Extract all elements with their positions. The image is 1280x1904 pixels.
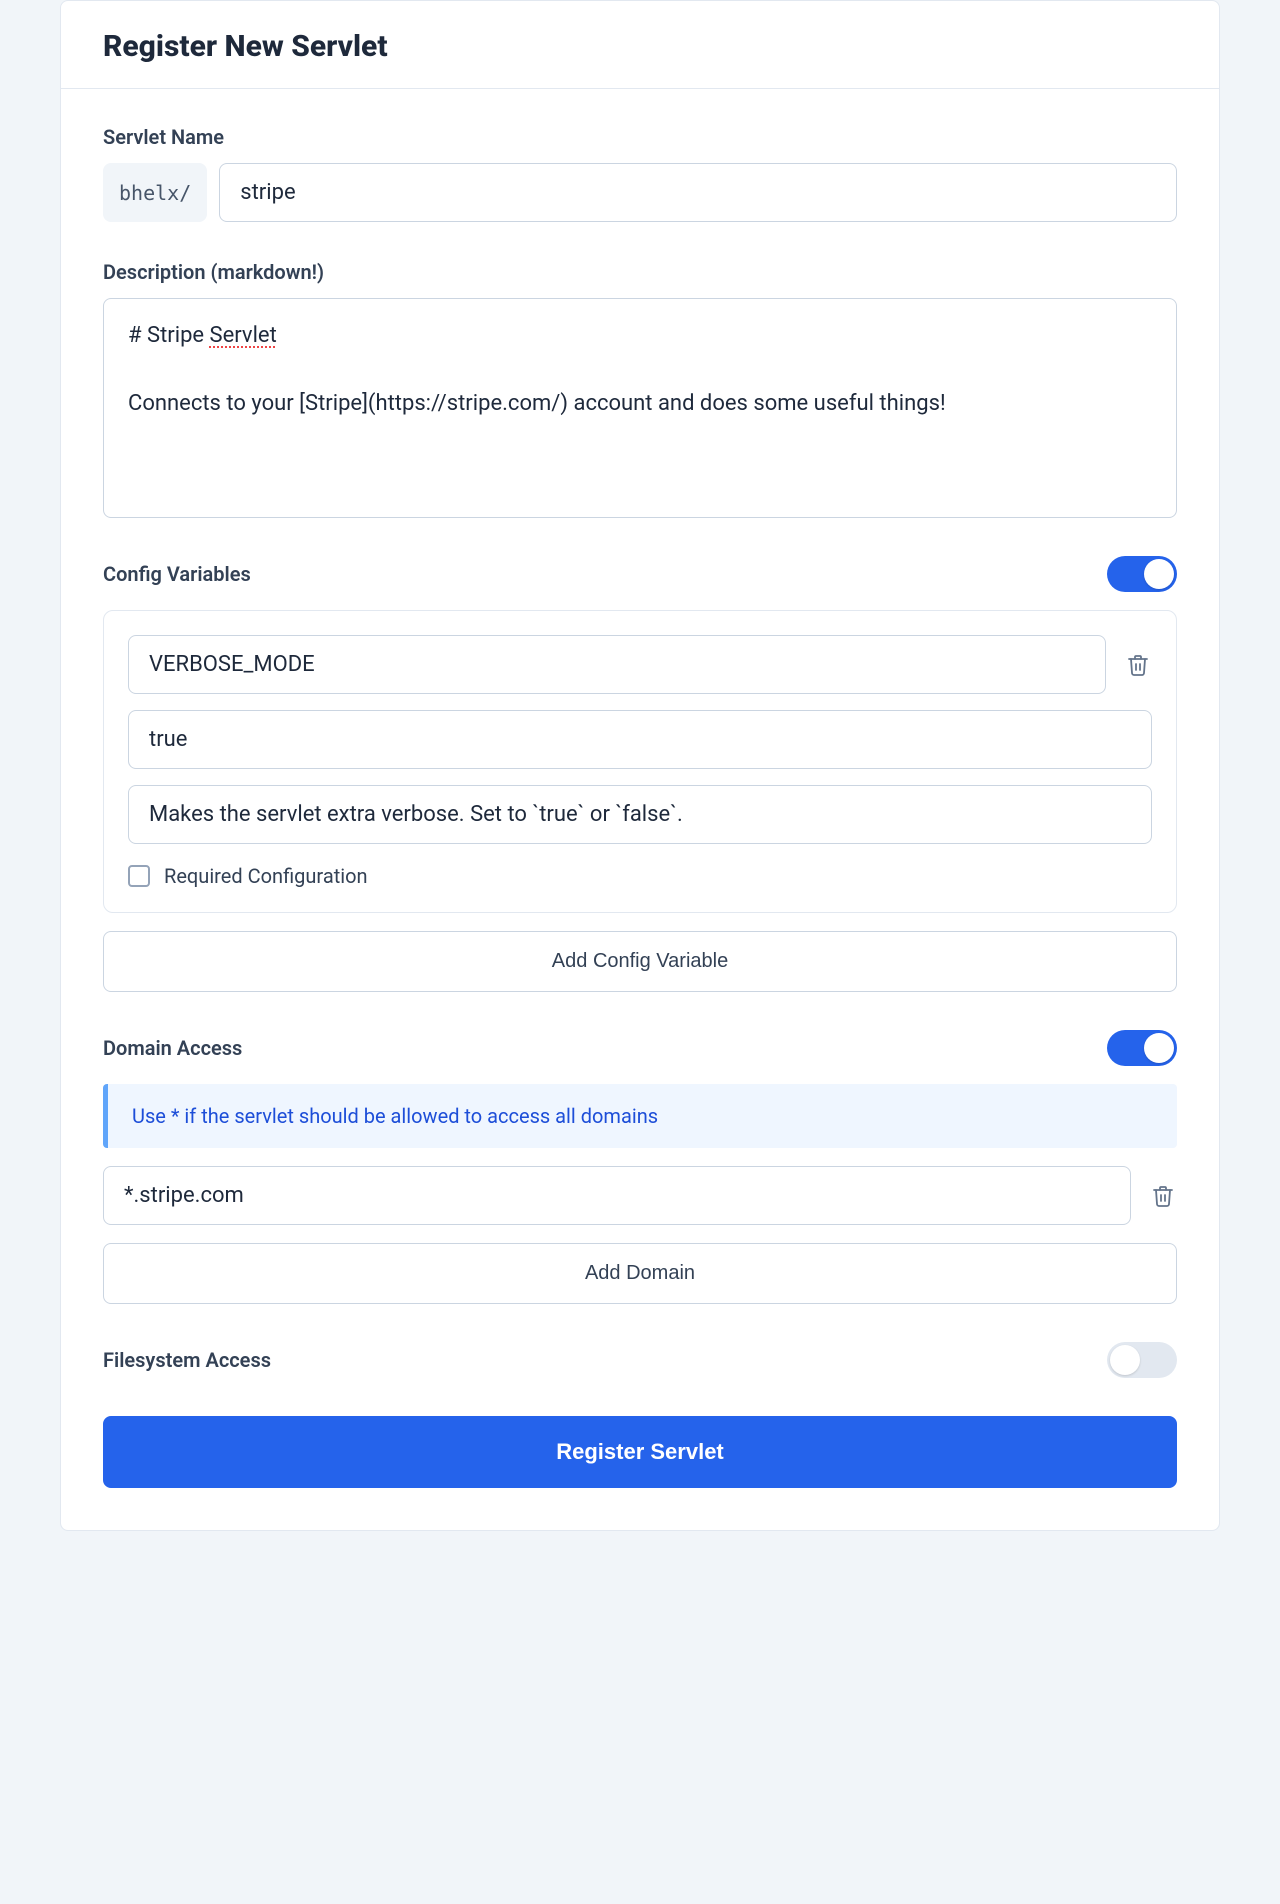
register-servlet-button[interactable]: Register Servlet [103,1416,1177,1488]
config-help-input[interactable] [128,785,1152,844]
description-textarea[interactable]: # Stripe ServletConnects to your [Stripe… [103,298,1177,518]
delete-config-button[interactable] [1124,651,1152,679]
domain-access-hint: Use * if the servlet should be allowed t… [103,1084,1177,1148]
filesystem-access-label: Filesystem Access [103,1348,271,1372]
domain-access-section: Domain Access Use * if the servlet shoul… [103,1030,1177,1304]
add-domain-button[interactable]: Add Domain [103,1243,1177,1304]
filesystem-access-section: Filesystem Access [103,1342,1177,1378]
card-header: Register New Servlet [61,1,1219,89]
config-required-label: Required Configuration [164,864,368,888]
config-default-input[interactable] [128,710,1152,769]
servlet-name-label: Servlet Name [103,125,1177,149]
filesystem-access-header: Filesystem Access [103,1342,1177,1378]
domain-item-row [103,1166,1177,1225]
domain-input[interactable] [103,1166,1131,1225]
toggle-knob [1144,559,1174,589]
servlet-name-prefix: bhelx/ [103,163,207,222]
config-key-input[interactable] [128,635,1106,694]
trash-icon [1126,653,1150,677]
config-key-row [128,635,1152,694]
domain-access-toggle[interactable] [1107,1030,1177,1066]
servlet-name-input[interactable] [219,163,1177,222]
card-body: Servlet Name bhelx/ Description (markdow… [61,89,1219,1530]
config-variables-label: Config Variables [103,562,251,586]
register-servlet-card: Register New Servlet Servlet Name bhelx/… [60,0,1220,1531]
servlet-name-field: Servlet Name bhelx/ [103,125,1177,222]
page-title: Register New Servlet [103,29,1177,64]
trash-icon [1151,1184,1175,1208]
delete-domain-button[interactable] [1149,1182,1177,1210]
domain-access-header: Domain Access [103,1030,1177,1066]
config-required-checkbox[interactable] [128,865,150,887]
config-required-row: Required Configuration [128,860,1152,888]
add-config-variable-button[interactable]: Add Config Variable [103,931,1177,992]
config-variable-item: Required Configuration [103,610,1177,913]
domain-access-label: Domain Access [103,1036,242,1060]
description-label: Description (markdown!) [103,260,1177,284]
config-variables-header: Config Variables [103,556,1177,592]
config-variables-toggle[interactable] [1107,556,1177,592]
toggle-knob [1144,1033,1174,1063]
servlet-name-row: bhelx/ [103,163,1177,222]
config-variables-section: Config Variables [103,556,1177,992]
filesystem-access-toggle[interactable] [1107,1342,1177,1378]
description-field: Description (markdown!) # Stripe Servlet… [103,260,1177,518]
toggle-knob [1110,1345,1140,1375]
